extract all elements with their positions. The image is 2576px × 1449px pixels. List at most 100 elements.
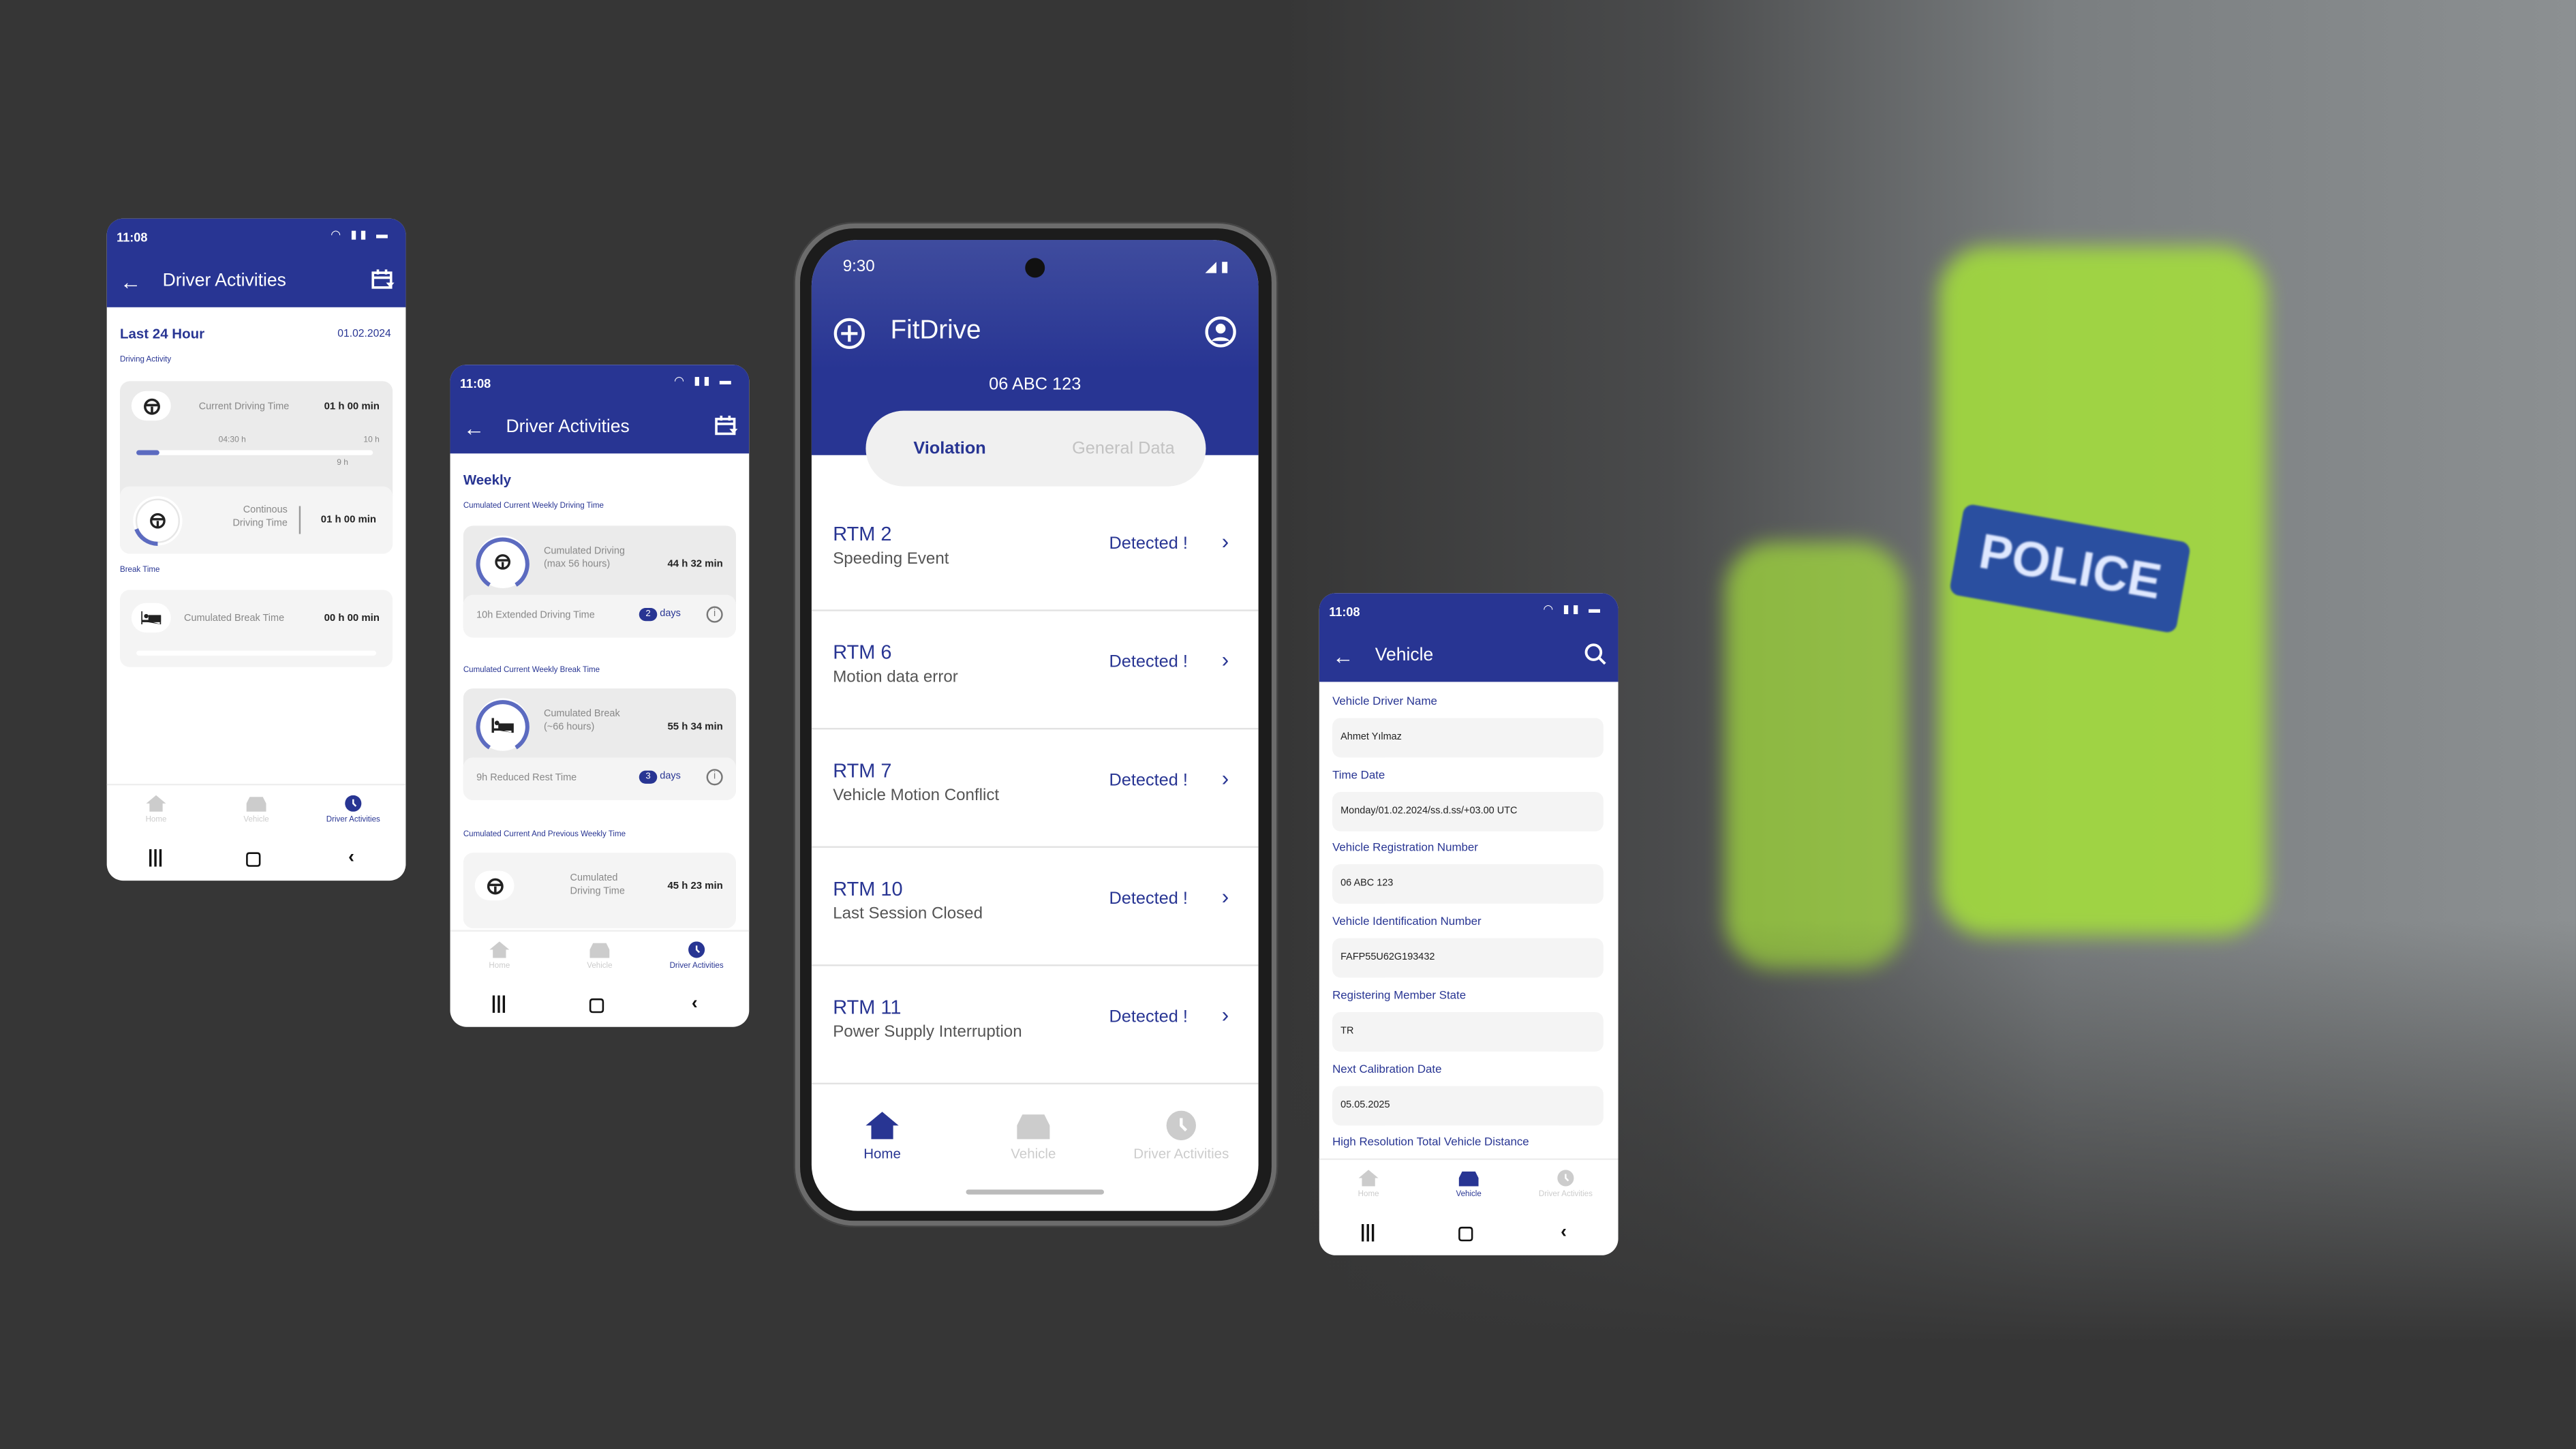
bottom-nav: Home Vehicle Driver Activities [106, 783, 406, 836]
chevron-right-icon[interactable]: › [1222, 647, 1229, 672]
nav-vehicle[interactable]: Vehicle [207, 795, 306, 825]
nav-driver-activities[interactable]: Driver Activities [1516, 1170, 1615, 1200]
home-indicator[interactable] [966, 1189, 1104, 1195]
break-time-label: Break Time [119, 566, 160, 575]
violation-row[interactable]: RTM 7 Vehicle Motion Conflict Detected !… [811, 729, 1259, 848]
weekly-driving-value: 44 h 32 min [667, 558, 723, 570]
home-system-icon[interactable]: ▢ [588, 994, 605, 1016]
info-icon[interactable]: i [706, 606, 723, 623]
back-arrow-icon[interactable]: ← [463, 416, 485, 440]
violation-code: RTM 7 [833, 759, 892, 782]
violation-row[interactable]: RTM 11 Power Supply Interruption Detecte… [811, 966, 1259, 1085]
weekly-break-label: Cumulated Break (~66 hours) [544, 708, 620, 735]
violation-description: Vehicle Motion Conflict [833, 787, 1000, 806]
violation-row[interactable]: RTM 2 Speeding Event Detected ! › [811, 493, 1259, 611]
recents-icon[interactable]: ||| [491, 994, 506, 1013]
section-title: Last 24 Hour [119, 325, 205, 342]
nav-vehicle[interactable]: Vehicle [960, 1111, 1107, 1162]
car-icon [1458, 1171, 1479, 1187]
calendar-filter-icon[interactable] [715, 414, 738, 437]
nav-label: Vehicle [243, 817, 269, 825]
home-system-icon[interactable]: ▢ [1457, 1223, 1474, 1244]
phone-driver-activities-weekly: 11:08 ◠ ▮▮ ▬ ← Driver Activities Weekly … [450, 365, 750, 1027]
chevron-right-icon[interactable]: › [1222, 884, 1229, 909]
home-icon [1358, 1170, 1379, 1187]
back-system-icon[interactable]: ‹ [1561, 1223, 1567, 1242]
tab-violation[interactable]: Violation [913, 439, 985, 459]
chevron-right-icon[interactable]: › [1222, 765, 1229, 790]
nav-driver-activities[interactable]: Driver Activities [1107, 1110, 1255, 1161]
system-nav: ||| ▢ ‹ [107, 843, 406, 879]
weekly-driving-section: Cumulated Current Weekly Driving Time [463, 502, 604, 511]
weekly-break-value: 55 h 34 min [667, 721, 723, 733]
car-icon [246, 797, 266, 812]
status-time: 11:08 [1329, 605, 1360, 620]
violation-row[interactable]: RTM 6 Motion data error Detected ! › [811, 611, 1259, 730]
nav-label: Driver Activities [1538, 1191, 1593, 1200]
status-icons: ◠ ▮▮ ▬ [674, 376, 735, 388]
divider [298, 506, 301, 534]
profile-icon[interactable] [1204, 316, 1237, 348]
tab-switch: Violation General Data [865, 410, 1206, 487]
app-title: FitDrive [890, 317, 981, 346]
info-icon[interactable]: i [706, 769, 723, 786]
back-system-icon[interactable]: ‹ [692, 994, 698, 1013]
nav-driver-activities[interactable]: Driver Activities [647, 941, 746, 971]
break-progress-track [136, 650, 377, 656]
violation-row[interactable]: RTM 10 Last Session Closed Detected ! › [811, 848, 1259, 966]
back-system-icon[interactable]: ‹ [348, 848, 354, 868]
back-arrow-icon[interactable]: ← [1332, 644, 1353, 669]
home-system-icon[interactable]: ▢ [245, 848, 262, 869]
tab-general-data[interactable]: General Data [1072, 439, 1175, 459]
nav-label: Vehicle [1456, 1191, 1482, 1200]
showcase: POLICE 11:08 ◠ ▮▮ ▬ ← Driver Activities … [0, 0, 2576, 1449]
system-nav: ||| ▢ ‹ [450, 989, 750, 1025]
field-value[interactable]: Ahmet Yılmaz [1332, 718, 1604, 758]
previous-weekly-card: Cumulated Driving Time 45 h 23 min [463, 853, 736, 929]
field-value[interactable]: FAFP55U62G193432 [1332, 938, 1604, 978]
status-time: 9:30 [842, 258, 875, 276]
chevron-right-icon[interactable]: › [1222, 529, 1229, 553]
nav-label: Home [145, 817, 167, 825]
home-icon [865, 1112, 899, 1140]
field-label: Vehicle Driver Name [1332, 697, 1437, 709]
search-icon[interactable] [1584, 643, 1607, 666]
calendar-filter-icon[interactable] [371, 268, 395, 291]
weekly-driving-label: Cumulated Driving (max 56 hours) [544, 545, 625, 572]
driving-activity-label: Driving Activity [119, 356, 172, 365]
label-line: Cumulated Break [543, 710, 620, 720]
back-arrow-icon[interactable]: ← [120, 269, 141, 294]
nav-home[interactable]: Home [1319, 1170, 1418, 1200]
app-bar: 11:08 ◠ ▮▮ ▬ ← Vehicle [1319, 593, 1619, 682]
status-icons: ◠ ▮▮ ▬ [331, 230, 391, 242]
label-line: Cumulated [570, 874, 618, 884]
nav-driver-activities[interactable]: Driver Activities [304, 795, 403, 825]
recents-icon[interactable]: ||| [148, 848, 163, 868]
nav-home[interactable]: Home [107, 795, 206, 825]
add-circle-icon[interactable] [833, 317, 865, 350]
nav-vehicle[interactable]: Vehicle [551, 941, 649, 971]
nav-home[interactable]: Home [812, 1111, 956, 1161]
driving-progress-fill [136, 450, 160, 455]
nav-label: Vehicle [1011, 1145, 1056, 1162]
field-value[interactable]: 06 ABC 123 [1332, 864, 1604, 904]
phone-fitdrive-violations: 9:30 ◢ ▮ FitDrive 06 ABC 123 Violation G… [811, 239, 1259, 1211]
progress-mark: 04:30 h [218, 435, 246, 446]
reduced-rest-row: 9h Reduced Rest Time 3 days i [463, 757, 736, 801]
recents-icon[interactable]: ||| [1360, 1223, 1375, 1242]
system-nav: ||| ▢ ‹ [1319, 1217, 1619, 1253]
chevron-right-icon[interactable]: › [1222, 1003, 1229, 1027]
previous-weekly-label: Cumulated Driving Time [570, 872, 625, 899]
count-badge: 3 [639, 770, 658, 784]
previous-weekly-section: Cumulated Current And Previous Weekly Ti… [463, 831, 626, 840]
field-label: Vehicle Registration Number [1332, 843, 1478, 855]
violation-status: Detected ! [1109, 652, 1188, 672]
nav-vehicle[interactable]: Vehicle [1420, 1170, 1518, 1200]
field-value[interactable]: 05.05.2025 [1332, 1085, 1604, 1125]
field-value[interactable]: TR [1332, 1011, 1604, 1052]
nav-home[interactable]: Home [450, 941, 549, 971]
count-badge: 2 [639, 607, 658, 622]
field-value[interactable]: Monday/01.02.2024/ss.d.ss/+03.00 UTC [1332, 791, 1604, 832]
status-icons: ◢ ▮ [1205, 258, 1229, 275]
status-time: 11:08 [459, 376, 491, 391]
